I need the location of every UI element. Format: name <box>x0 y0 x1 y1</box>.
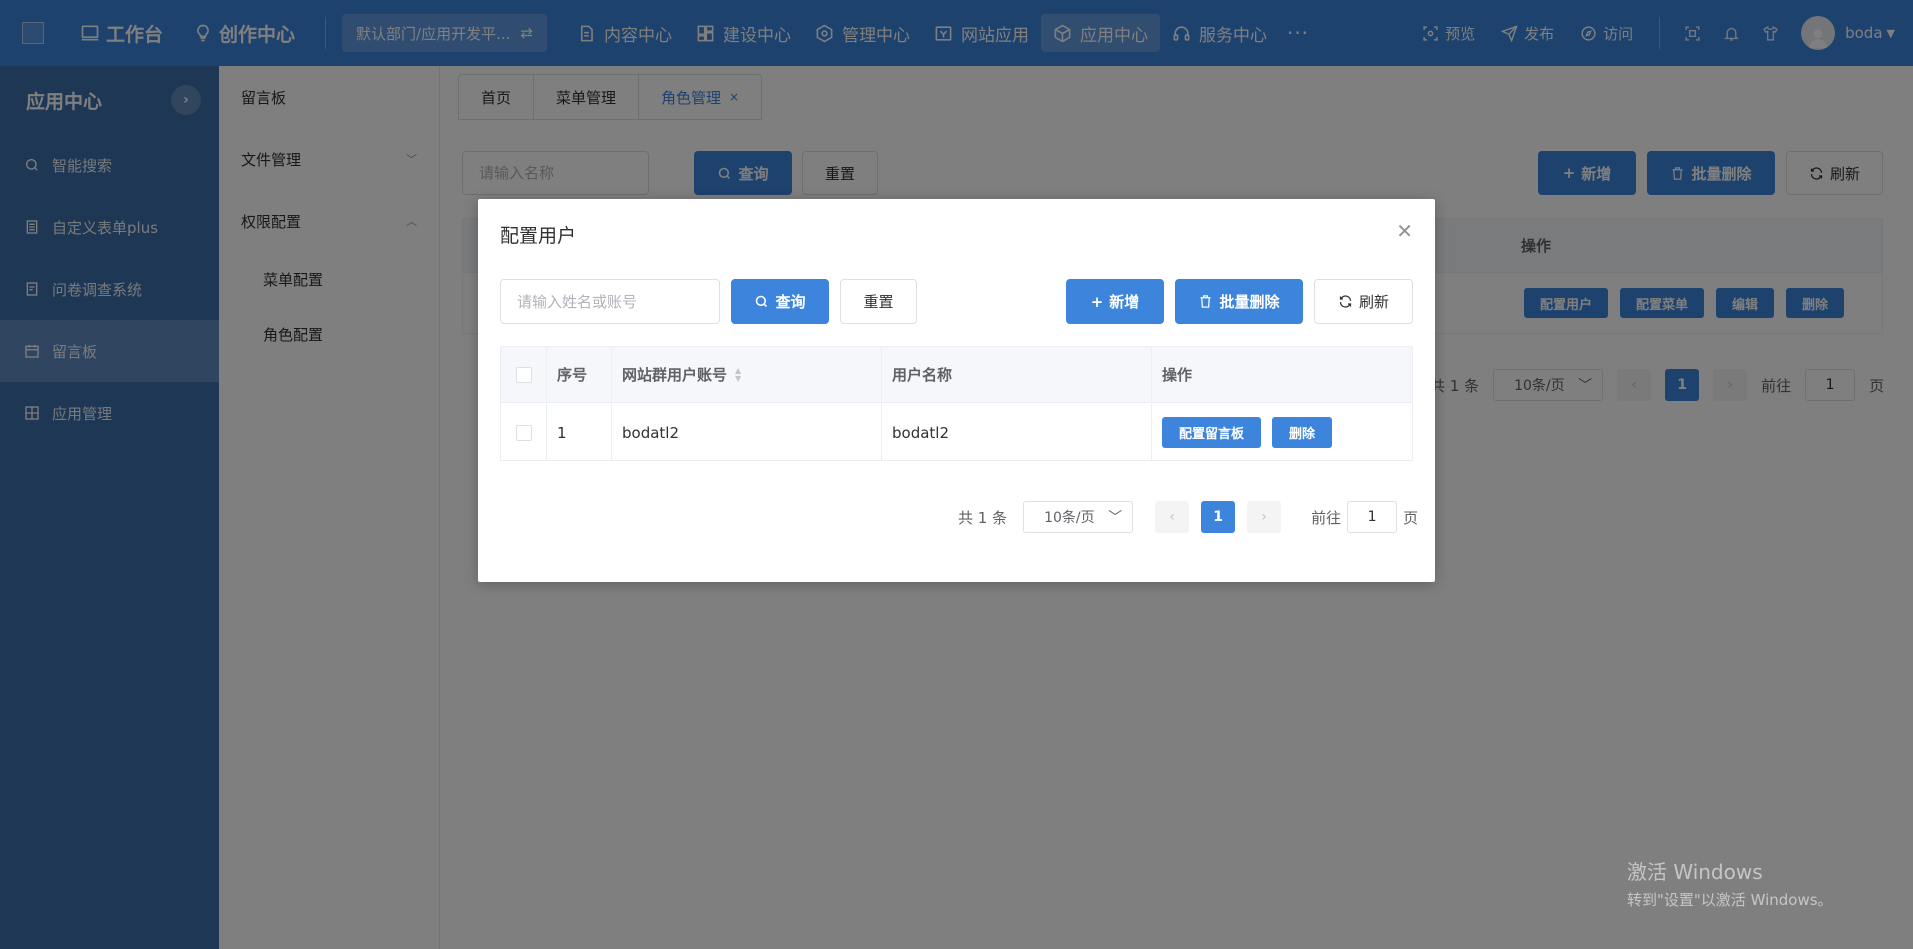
sort-icon[interactable]: ▲ ▼ <box>735 366 741 383</box>
refresh-icon <box>1339 295 1352 308</box>
cell-index: 1 <box>546 404 611 461</box>
plus-icon: + <box>1090 292 1104 311</box>
column-label: 序号 <box>557 366 588 384</box>
column-header-username: 用户名称 <box>881 347 1151 402</box>
configure-users-dialog: 配置用户 ✕ 查询 重置 + 新增 批量删除 刷新 序号 网站群用户账号 ▲▼ … <box>478 199 1435 582</box>
close-icon[interactable]: ✕ <box>1396 219 1413 243</box>
page-size-select[interactable]: 10条/页 ﹀ <box>1023 501 1134 533</box>
windows-activation-watermark: 激活 Windows 转到"设置"以激活 Windows。 <box>1627 856 1833 910</box>
column-label: 操作 <box>1162 366 1193 384</box>
dialog-title: 配置用户 <box>500 225 577 247</box>
column-header-account[interactable]: 网站群用户账号 ▲ ▼ <box>611 347 881 402</box>
user-search-input[interactable] <box>500 279 720 324</box>
button-label: 刷新 <box>1358 293 1389 311</box>
watermark-line-1: 激活 Windows <box>1627 860 1763 884</box>
button-label: 重置 <box>863 293 894 311</box>
select-all-checkbox-cell <box>501 347 546 402</box>
cell-value: bodatl2 <box>892 423 950 442</box>
prev-page-icon[interactable]: ‹ <box>1155 501 1190 533</box>
cell-actions: 配置留言板 删除 <box>1151 404 1412 461</box>
total-count: 共 1 条 <box>958 508 1008 527</box>
cell-username: bodatl2 <box>881 404 1151 461</box>
column-label: 用户名称 <box>892 366 953 384</box>
dialog-query-button[interactable]: 查询 <box>731 279 829 324</box>
dialog-refresh-button[interactable]: 刷新 <box>1314 279 1413 324</box>
select-all-checkbox[interactable] <box>515 366 532 383</box>
dialog-batch-delete-button[interactable]: 批量删除 <box>1175 279 1303 324</box>
delete-user-button[interactable]: 删除 <box>1272 417 1333 448</box>
page-number[interactable]: 1 <box>1201 501 1236 533</box>
cell-account: bodatl2 <box>611 404 881 461</box>
next-page-icon[interactable]: › <box>1247 501 1282 533</box>
chevron-down-icon: ﹀ <box>1108 510 1123 526</box>
dialog-pagination: 共 1 条 10条/页 ﹀ ‹ 1 › 前往 页 <box>958 501 1418 533</box>
page-size-value: 10条/页 <box>1044 510 1095 526</box>
column-header-index: 序号 <box>546 347 611 402</box>
goto-page-input[interactable] <box>1347 501 1398 533</box>
dialog-reset-button[interactable]: 重置 <box>840 279 917 324</box>
table-row: 1 bodatl2 bodatl2 配置留言板 删除 <box>501 404 1412 461</box>
cell-value: bodatl2 <box>622 423 680 442</box>
table-header: 序号 网站群用户账号 ▲ ▼ 用户名称 操作 <box>501 347 1412 403</box>
user-table: 序号 网站群用户账号 ▲ ▼ 用户名称 操作 1 bodatl2 bodatl2 … <box>500 346 1413 461</box>
page-unit-label: 页 <box>1403 508 1419 527</box>
button-label: 新增 <box>1109 293 1140 311</box>
dialog-add-button[interactable]: + 新增 <box>1066 279 1164 324</box>
column-header-actions: 操作 <box>1151 347 1412 402</box>
trash-icon <box>1200 295 1211 308</box>
column-label: 网站群用户账号 <box>622 366 728 384</box>
watermark-line-2: 转到"设置"以激活 Windows。 <box>1627 891 1833 909</box>
search-icon <box>756 295 768 308</box>
row-checkbox[interactable] <box>515 424 532 441</box>
cell-value: 1 <box>557 423 567 442</box>
configure-message-board-button[interactable]: 配置留言板 <box>1162 417 1262 448</box>
button-label: 批量删除 <box>1219 293 1280 311</box>
goto-label: 前往 <box>1311 508 1342 527</box>
button-label: 查询 <box>775 293 806 311</box>
row-checkbox-cell <box>501 404 546 461</box>
